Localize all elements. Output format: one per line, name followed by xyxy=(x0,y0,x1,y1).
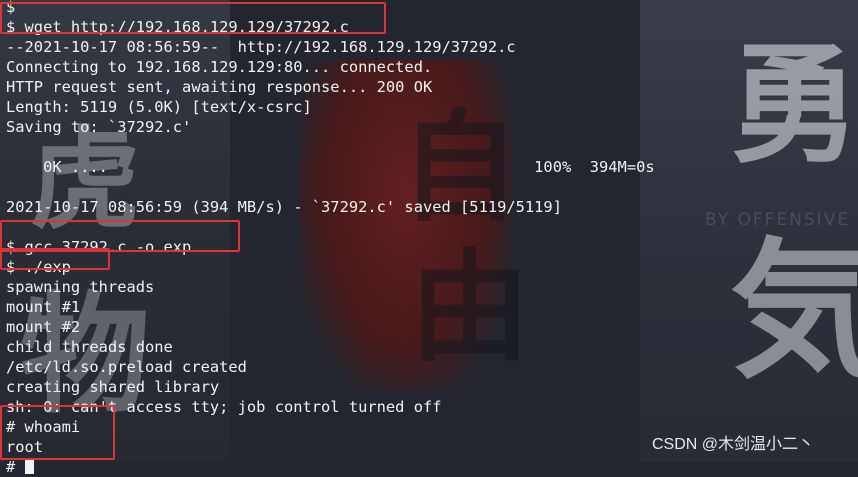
highlight-exp-command xyxy=(0,248,110,270)
terminal-line: --2021-10-17 08:56:59-- http://192.168.1… xyxy=(6,38,516,56)
wallpaper-brand-text: BY OFFENSIVE xyxy=(705,210,851,230)
terminal-line: Connecting to 192.168.129.129:80... conn… xyxy=(6,58,433,76)
csdn-watermark: CSDN @木剑温小二丶 xyxy=(652,436,815,453)
terminal-line: Saving to: `37292.c' xyxy=(6,118,192,136)
terminal-line: HTTP request sent, awaiting response... … xyxy=(6,78,433,96)
prompt-text: # xyxy=(6,458,25,476)
terminal-line: 0K .... 100% 394M=0s xyxy=(6,158,655,176)
wallpaper-glyph: 由 xyxy=(410,237,530,378)
terminal-line: mount #2 xyxy=(6,318,81,336)
highlight-wget-command xyxy=(0,2,386,34)
wallpaper-glyph: 勇 xyxy=(730,28,858,181)
terminal-line: child threads done xyxy=(6,338,173,356)
terminal-line: mount #1 xyxy=(6,298,81,316)
highlight-root-result xyxy=(0,405,115,460)
terminal-line: 2021-10-17 08:56:59 (394 MB/s) - `37292.… xyxy=(6,198,562,216)
terminal-line: spawning threads xyxy=(6,278,155,296)
terminal-prompt-line[interactable]: # xyxy=(6,457,34,477)
terminal-line: Length: 5119 (5.0K) [text/x-csrc] xyxy=(6,98,312,116)
terminal-line: /etc/ld.so.preload created xyxy=(6,358,247,376)
terminal-line: creating shared library xyxy=(6,378,220,396)
text-cursor xyxy=(24,459,34,474)
